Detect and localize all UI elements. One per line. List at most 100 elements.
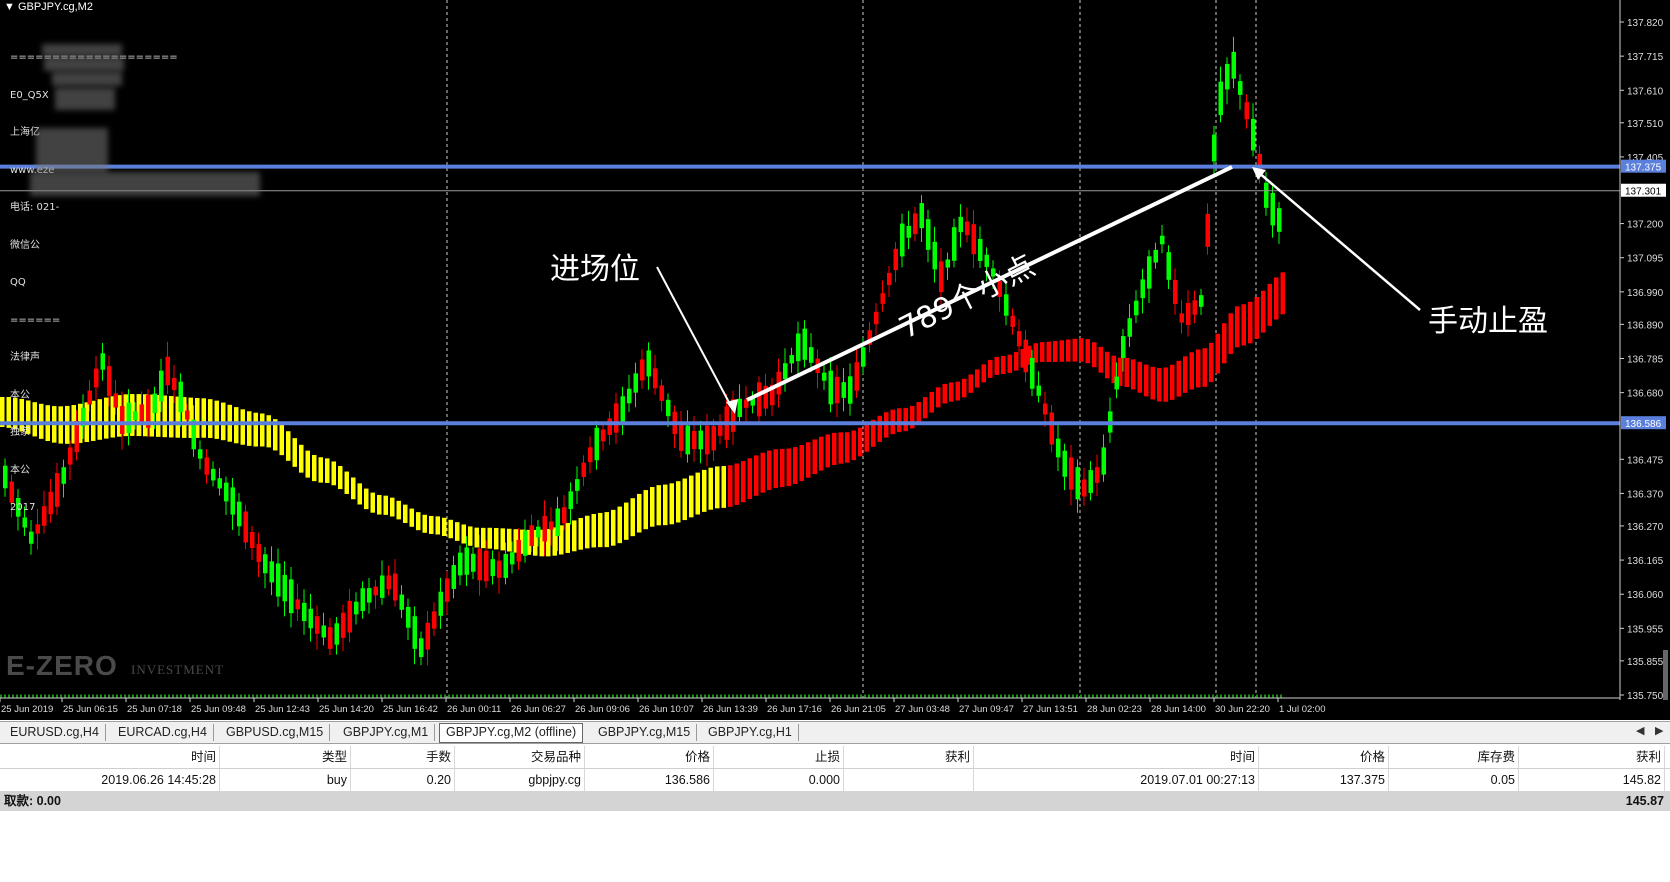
ribbon-bar [461,524,466,544]
dropdown-triangle-icon[interactable]: ▼ [4,1,15,13]
ribbon-bar [838,432,843,464]
table-row[interactable]: 2019.06.26 14:45:28 buy 0.20 gbpjpy.cg 1… [0,769,1670,791]
candle [1095,467,1100,483]
ribbon-bar [923,397,928,419]
price-tick-label: 136.370 [1627,489,1664,500]
time-tick-label: 30 Jun 22:20 [1215,704,1270,715]
cell-close-time: 2019.07.01 00:27:13 [974,769,1259,791]
tab-gbpusd-m15[interactable]: GBPUSD.cg,M15 [220,724,331,741]
ribbon-bar [903,408,908,432]
candle [978,239,983,261]
candle [295,599,300,610]
ribbon-bar [1196,349,1201,388]
candle [354,601,359,615]
ribbon-bar [786,448,791,487]
col-stop-loss[interactable]: 止损 [714,746,844,768]
candle [607,418,612,435]
candle [510,552,515,565]
candle [874,311,879,325]
time-tick-label: 26 Jun 06:27 [511,704,566,715]
candle [588,447,593,463]
col-symbol[interactable]: 交易品种 [455,746,585,768]
ribbon-bar [591,513,596,548]
redaction-blur [44,57,124,71]
ribbon-bar [1202,348,1207,387]
ribbon-bar [1241,304,1246,346]
ribbon-bar [812,439,817,475]
ribbon-bar [942,383,947,404]
ribbon-bar [279,424,284,456]
col-close-time[interactable]: 时间 [974,746,1259,768]
price-chart[interactable]: 137.820 137.715 137.610 137.510 137.405 137.2… [0,0,1670,720]
col-type[interactable]: 类型 [220,746,351,768]
ribbon-bar [689,475,694,518]
candle [711,426,716,451]
ribbon-bar [832,432,837,466]
tab-eurcad-h4[interactable]: EURCAD.cg,H4 [112,724,214,741]
candle [1264,182,1269,208]
candle [1043,403,1048,415]
tab-gbpjpy-m15[interactable]: GBPJPY.cg,M15 [592,724,698,741]
info-line: QQ [10,277,26,288]
candle [1121,336,1126,358]
candle [679,424,684,451]
ribbon-bar [344,471,349,494]
price-tick-label: 136.890 [1627,320,1664,331]
candle [211,468,216,481]
scroll-left-icon[interactable]: ◀ [1636,724,1644,737]
ribbon-bar [916,401,921,424]
candle [854,362,859,391]
col-close-price[interactable]: 价格 [1259,746,1389,768]
ribbon-bar [585,515,590,549]
chart-symbol-label: GBPJPY.cg,M2 [17,1,93,13]
col-open-time[interactable]: 时间 [0,746,220,768]
candle [1147,256,1152,289]
ribbon-bar [266,415,271,448]
candle [698,430,703,450]
ribbon-bar [793,447,798,485]
chart-canvas[interactable]: 137.820137.715137.610137.510137.405137.2… [0,0,1670,720]
candle [230,487,235,515]
candle [893,248,898,271]
tab-gbpjpy-m1[interactable]: GBPJPY.cg,M1 [337,724,436,741]
tab-gbpjpy-h1[interactable]: GBPJPY.cg,H1 [702,724,799,741]
candle [932,241,937,270]
tab-gbpjpy-m2-offline[interactable]: GBPJPY.cg,M2 (offline) [439,723,584,743]
ribbon-bar [1222,323,1227,364]
redaction-blur [42,44,122,56]
candle [822,372,827,381]
col-lots[interactable]: 手数 [351,746,455,768]
ribbon-bar [650,487,655,527]
price-tick-label: 137.715 [1627,52,1664,63]
scroll-right-icon[interactable]: ▶ [1655,724,1663,737]
ribbon-bar [240,409,245,445]
time-tick-label: 26 Jun 00:11 [447,704,501,715]
candle [685,425,690,455]
redaction-blur [55,88,115,110]
tab-eurusd-h4[interactable]: EURUSD.cg,H4 [4,724,106,741]
ribbon-bar [364,488,369,510]
col-open-price[interactable]: 价格 [585,746,714,768]
candle [653,368,658,389]
price-tick-label: 136.270 [1627,522,1664,533]
col-profit[interactable]: 获利 [1519,746,1665,768]
candle [347,600,352,633]
candle [906,225,911,238]
candle [217,478,222,489]
ribbon-bar [656,485,661,526]
candle [477,548,482,581]
candle [1114,376,1119,390]
candle [562,507,567,524]
col-take-profit[interactable]: 获利 [844,746,974,768]
candle [1088,470,1093,493]
redaction-blur [30,172,260,196]
candle [809,347,814,363]
chart-symbol-title: ▼ GBPJPY.cg,M2 [4,1,93,13]
candle [308,608,313,629]
candle [783,363,788,380]
col-swap[interactable]: 库存费 [1389,746,1519,768]
ribbon-bar [858,427,863,457]
time-tick-label: 26 Jun 09:06 [575,704,630,715]
candle [1212,134,1217,162]
candle [1277,208,1282,232]
